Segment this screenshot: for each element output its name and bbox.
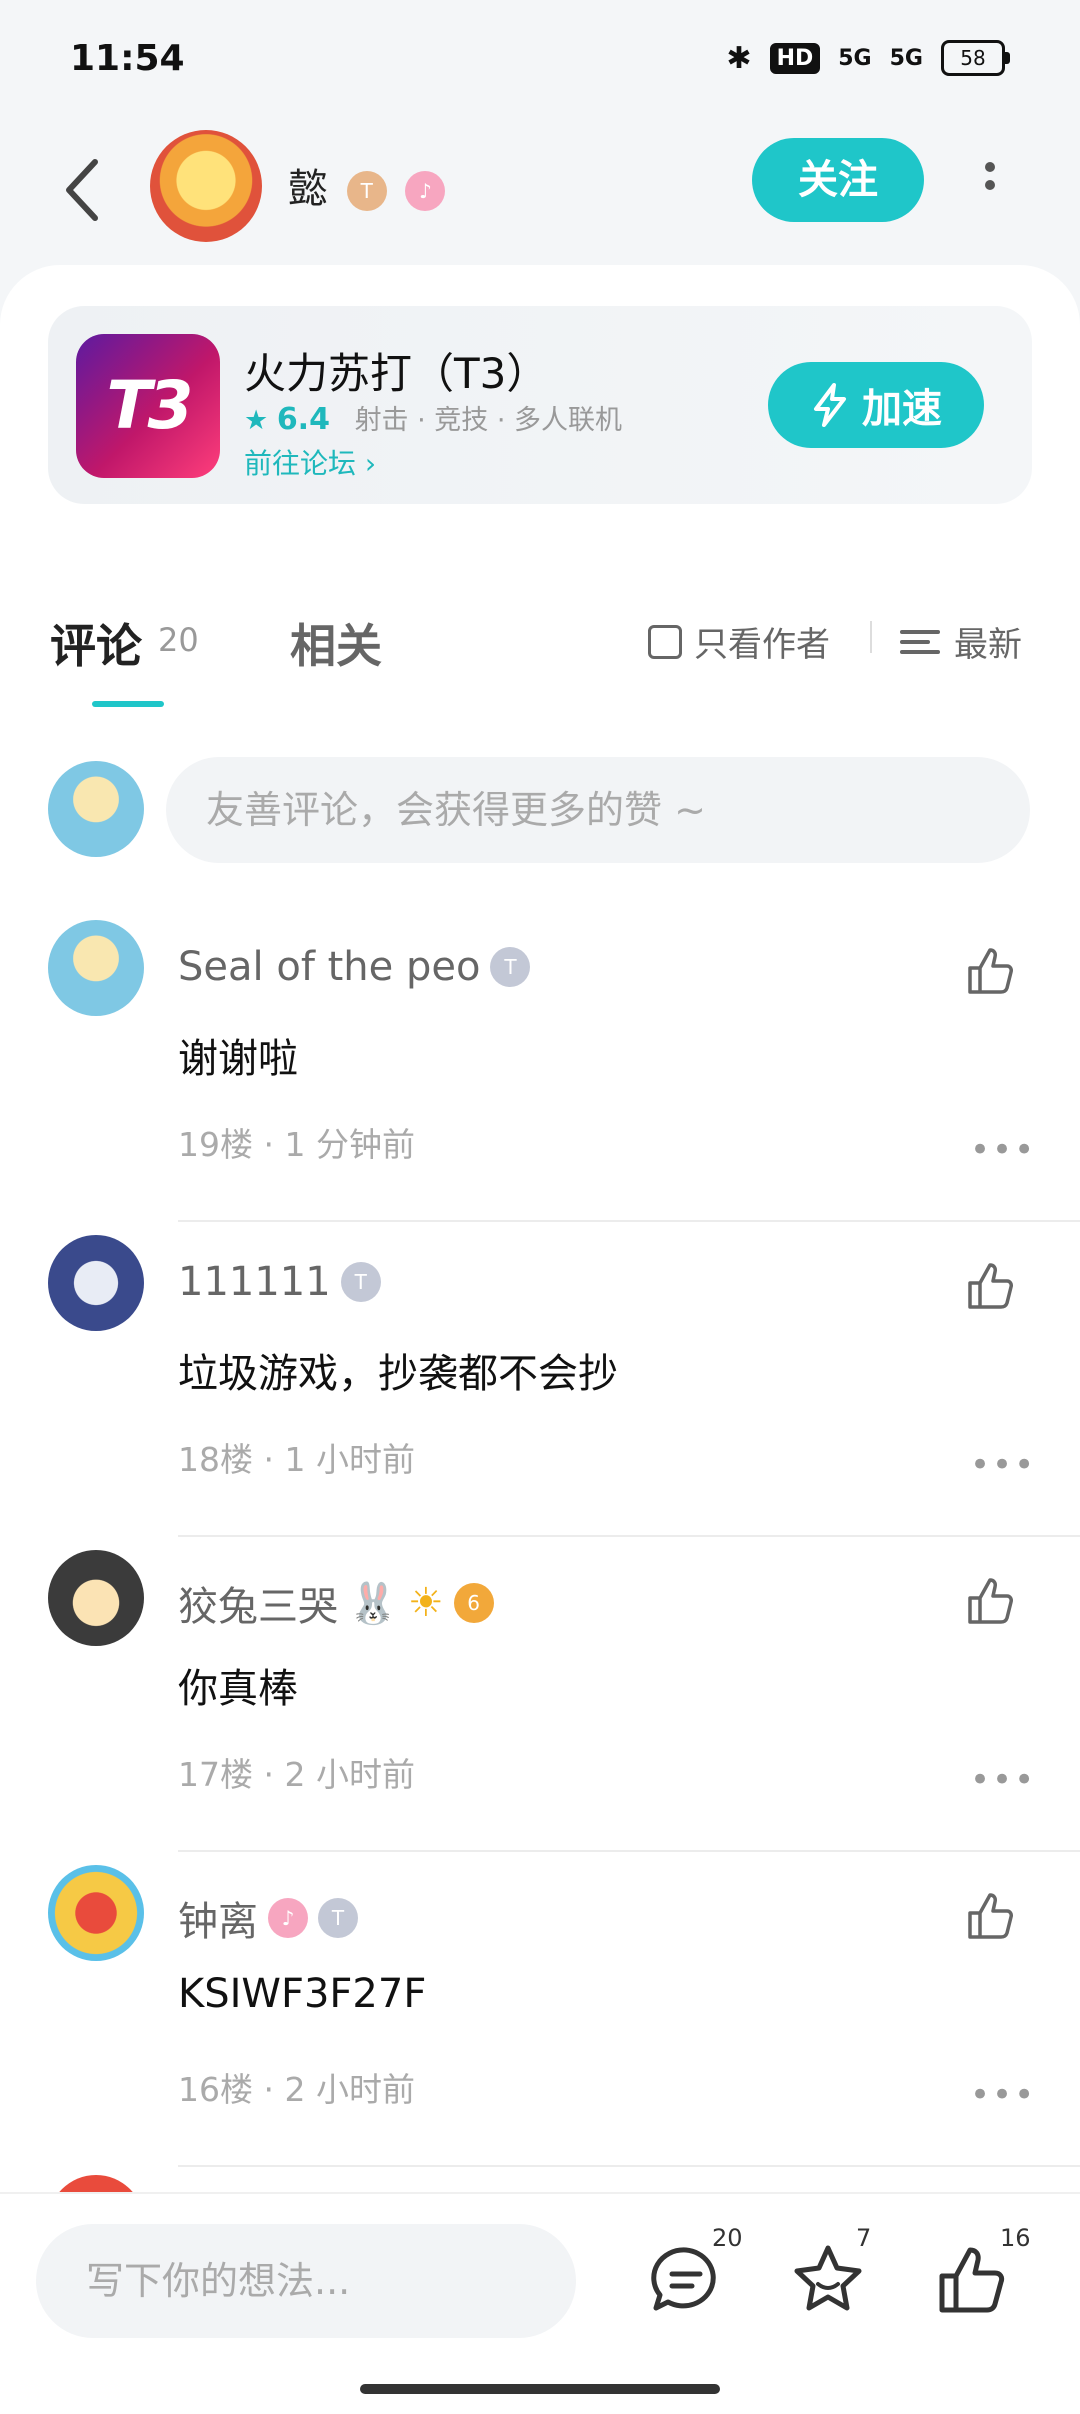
author-name: 懿 xyxy=(288,166,328,212)
commenter-avatar[interactable] xyxy=(48,1550,144,1646)
game-score: 6.4 xyxy=(276,402,330,437)
thumbs-up-icon[interactable] xyxy=(932,2240,1012,2320)
commenter-avatar[interactable] xyxy=(48,920,144,1016)
signal-5g-icon: 5G xyxy=(838,45,872,71)
level-badge-icon: T xyxy=(340,1262,381,1302)
comments-panel: 评论 20 相关 只看作者 最新 友善评论，会获得更多的赞 ~ Seal of … xyxy=(0,565,1080,2195)
bluetooth-icon: ✱ xyxy=(726,40,752,76)
music-badge-icon: ♪ xyxy=(405,171,446,211)
commenter-name-row[interactable]: 狡兔三哭 🐰 ☀ 6 xyxy=(178,1574,494,1632)
status-time: 11:54 xyxy=(70,38,185,79)
comment-meta: 17楼 · 2 小时前 xyxy=(178,1755,415,1794)
comments-count: 20 xyxy=(158,621,199,659)
more-dots-icon[interactable]: ••• xyxy=(970,1445,1036,1485)
more-dots-icon[interactable]: ••• xyxy=(970,1130,1036,1170)
comment-text: KSIWF3F27F xyxy=(178,1971,427,2017)
sort-label: 最新 xyxy=(954,625,1022,665)
signal-5g-secondary-icon: 5G xyxy=(889,45,923,71)
post-header: 懿 T ♪ 关注 xyxy=(0,130,1080,250)
comment-meta: 18楼 · 1 小时前 xyxy=(178,1440,415,1479)
comment-meta: 19楼 · 1 分钟前 xyxy=(178,1125,415,1164)
sort-toggle[interactable]: 最新 xyxy=(900,617,1022,666)
divider xyxy=(178,2165,1080,2167)
divider xyxy=(178,1220,1080,1222)
comment-meta: 16楼 · 2 小时前 xyxy=(178,2070,415,2109)
battery-icon: 58 xyxy=(941,40,1010,76)
comment-item: Seal of the peo T 谢谢啦 19楼 · 1 分钟前 ••• xyxy=(0,920,1080,1235)
only-author-label: 只看作者 xyxy=(694,625,830,665)
star-favorite-icon[interactable] xyxy=(788,2240,868,2320)
author-avatar[interactable] xyxy=(150,130,262,242)
write-thought-input[interactable]: 写下你的想法... xyxy=(36,2224,576,2338)
comment-icon[interactable] xyxy=(646,2240,726,2320)
commenter-name-row[interactable]: Seal of the peo T xyxy=(178,944,531,990)
bottom-action-bar: 写下你的想法... 20 7 16 xyxy=(0,2192,1080,2414)
thumbs-up-icon[interactable] xyxy=(964,1574,1018,1628)
comment-text: 垃圾游戏，抄袭都不会抄 xyxy=(178,1351,618,1397)
comment-text: 你真棒 xyxy=(178,1666,298,1712)
my-avatar xyxy=(48,761,144,857)
lightning-icon xyxy=(814,383,846,427)
commenter-name: 狡兔三哭 xyxy=(178,1584,338,1630)
like-count: 16 xyxy=(1000,2224,1031,2252)
commenter-name-row[interactable]: 111111 T xyxy=(178,1259,381,1305)
level-badge-icon: 6 xyxy=(453,1583,494,1623)
comment-text: 谢谢啦 xyxy=(178,1036,298,1082)
level-badge-icon: T xyxy=(490,947,531,987)
thumbs-up-icon[interactable] xyxy=(964,1889,1018,1943)
tab-comments[interactable]: 评论 xyxy=(50,610,142,676)
checkbox-icon xyxy=(648,624,682,659)
level-badge-icon: T xyxy=(318,1898,358,1938)
follow-button[interactable]: 关注 xyxy=(752,138,924,222)
commenter-name: Seal of the peo xyxy=(178,944,481,990)
more-dots-icon[interactable]: ••• xyxy=(970,1760,1036,1800)
favorite-count: 7 xyxy=(856,2224,872,2252)
comment-count: 20 xyxy=(712,2224,743,2252)
game-card[interactable]: T3 火力苏打（T3） ★ 6.4 射击 · 竞技 · 多人联机 前往论坛 › … xyxy=(48,306,1032,504)
divider xyxy=(178,1535,1080,1537)
commenter-avatar[interactable] xyxy=(48,1235,144,1331)
game-meta: ★ 6.4 射击 · 竞技 · 多人联机 xyxy=(244,398,622,437)
game-icon: T3 xyxy=(76,334,220,478)
divider xyxy=(870,621,872,653)
forum-link[interactable]: 前往论坛 › xyxy=(244,442,376,482)
music-badge-icon: ♪ xyxy=(268,1898,308,1938)
only-author-toggle[interactable]: 只看作者 xyxy=(648,617,830,666)
speed-up-button[interactable]: 加速 xyxy=(768,362,984,448)
battery-level: 58 xyxy=(941,40,1005,76)
more-options-icon[interactable] xyxy=(972,154,1008,214)
game-tags: 射击 · 竞技 · 多人联机 xyxy=(354,405,623,436)
thumbs-up-icon[interactable] xyxy=(964,944,1018,998)
level-badge-icon: T xyxy=(346,171,387,211)
back-arrow-icon[interactable] xyxy=(55,150,115,230)
commenter-avatar[interactable] xyxy=(48,1865,144,1961)
speed-up-label: 加速 xyxy=(862,386,942,432)
chevron-right-icon: › xyxy=(364,447,377,480)
more-dots-icon[interactable]: ••• xyxy=(970,2075,1036,2115)
comment-item: 111111 T 垃圾游戏，抄袭都不会抄 18楼 · 1 小时前 ••• xyxy=(0,1235,1080,1550)
comment-item: 钟离 ♪ T KSIWF3F27F 16楼 · 2 小时前 ••• xyxy=(0,1865,1080,2180)
forum-link-label: 前往论坛 xyxy=(244,447,357,480)
home-indicator[interactable] xyxy=(360,2384,720,2394)
commenter-name-row[interactable]: 钟离 ♪ T xyxy=(178,1889,358,1947)
sun-icon: ☀ xyxy=(407,1580,444,1626)
status-icons: ✱ HD 5G 5G 58 xyxy=(726,40,1010,76)
active-tab-indicator xyxy=(92,701,164,707)
sort-icon xyxy=(900,624,940,660)
star-icon: ★ xyxy=(244,405,269,436)
thumbs-up-icon[interactable] xyxy=(964,1259,1018,1313)
comment-input[interactable]: 友善评论，会获得更多的赞 ~ xyxy=(166,757,1030,863)
game-name: 火力苏打（T3） xyxy=(244,349,549,398)
hd-voice-icon: HD xyxy=(769,42,821,74)
divider xyxy=(178,1850,1080,1852)
comment-item: 狡兔三哭 🐰 ☀ 6 你真棒 17楼 · 2 小时前 ••• xyxy=(0,1550,1080,1865)
tab-related[interactable]: 相关 xyxy=(290,610,382,676)
commenter-name: 钟离 xyxy=(178,1899,258,1945)
commenter-name: 111111 xyxy=(178,1259,331,1305)
author-info[interactable]: 懿 T ♪ xyxy=(288,156,446,214)
rabbit-icon: 🐰 xyxy=(348,1580,398,1627)
status-bar: 11:54 ✱ HD 5G 5G 58 xyxy=(0,0,1080,120)
